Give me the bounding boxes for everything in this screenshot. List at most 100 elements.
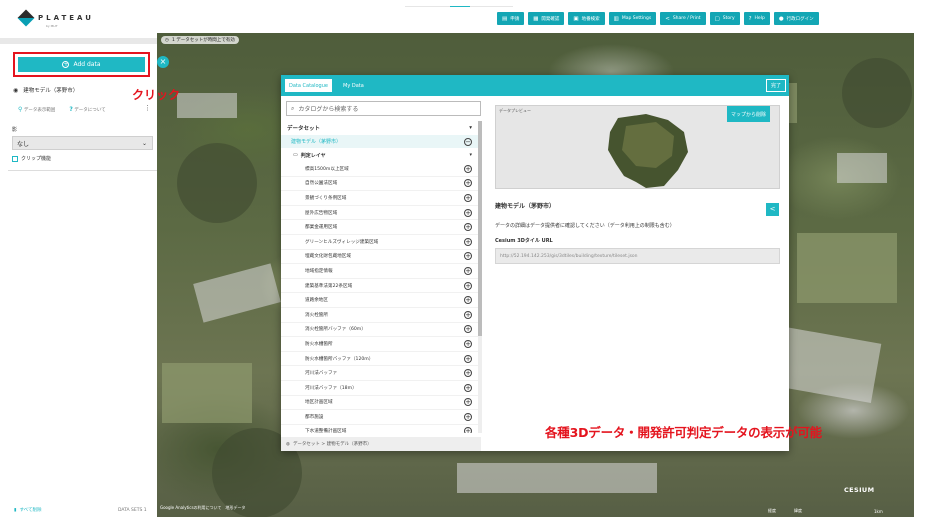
- layer-item-label: 道路余地区: [305, 298, 328, 304]
- clip-checkbox[interactable]: [12, 155, 18, 162]
- layer-item[interactable]: グリーンヒルズヴィレッジ建築区域 +: [281, 235, 478, 250]
- layer-item[interactable]: 道路余地区 +: [281, 293, 478, 308]
- shadow-select[interactable]: なし ⌄: [12, 136, 153, 150]
- add-circle-icon[interactable]: +: [464, 237, 472, 246]
- selected-dataset-item[interactable]: 建物モデル（茅野市） −: [281, 135, 478, 148]
- folder-judgement-layers[interactable]: ▭ 判定レイヤ ▾: [281, 148, 478, 162]
- lot-search-button[interactable]: ▣ 地番検索: [568, 12, 605, 25]
- more-options-icon[interactable]: ⋮: [144, 104, 151, 112]
- clip-toggle[interactable]: クリップ機能: [12, 155, 51, 162]
- layer-item[interactable]: 景観づくり条例区域 +: [281, 191, 478, 206]
- add-circle-icon[interactable]: +: [464, 266, 472, 275]
- layer-item[interactable]: 埋蔵文化財包蔵地区域 +: [281, 250, 478, 265]
- close-sidebar-icon[interactable]: ×: [157, 56, 169, 68]
- dataset-row[interactable]: ◉ 建物モデル（茅野市）: [13, 86, 78, 95]
- add-circle-icon[interactable]: +: [464, 325, 472, 334]
- layer-item[interactable]: 屋外広告物区域 +: [281, 206, 478, 221]
- application-button[interactable]: ▤ 申請: [497, 12, 525, 25]
- dataset-section-header[interactable]: データセット ▾: [281, 121, 478, 135]
- layer-item[interactable]: 地域指定情報 +: [281, 264, 478, 279]
- layer-item[interactable]: 河川法バッファ（18m） +: [281, 381, 478, 396]
- breadcrumb: ◍ データセット > 建物モデル（茅野市）: [281, 437, 481, 451]
- tab-data-catalogue[interactable]: Data Catalogue: [285, 79, 332, 92]
- plateau-logo-icon: [17, 9, 35, 27]
- layer-item[interactable]: 消火栓箇所バッファ（60m） +: [281, 323, 478, 338]
- layer-items: 標高1500m以上区域 + 自然公園法区域 + 景観づくり条例区域 + 屋外広告物区域 + 都業…: [281, 162, 478, 433]
- add-circle-icon[interactable]: +: [464, 354, 472, 363]
- layer-item-label: 下水道整備計画区域: [305, 429, 347, 433]
- tile-url-heading: Cesium 3Dタイル URL: [495, 238, 553, 244]
- catalogue-search-input[interactable]: ⌕ カタログから検索する: [286, 101, 481, 116]
- admin-login-button[interactable]: ● 行政ログイン: [773, 12, 819, 25]
- development-check-button[interactable]: ▦ 開発確認: [528, 12, 565, 25]
- terrain-link[interactable]: 地形データ: [225, 505, 245, 511]
- tile-url-field[interactable]: http://52.194.142.253/gis/3dtiles/buildi…: [495, 248, 780, 264]
- remove-from-map-button[interactable]: マップから削除: [727, 106, 771, 122]
- story-label: Story: [722, 16, 735, 21]
- share-print-button[interactable]: < Share / Print: [660, 12, 706, 25]
- done-button[interactable]: 完了: [765, 79, 786, 92]
- tab-my-data[interactable]: My Data: [339, 79, 368, 92]
- layer-item[interactable]: 標高1500m以上区域 +: [281, 162, 478, 177]
- add-circle-icon[interactable]: +: [464, 339, 472, 348]
- layer-item-label: 地区計画区域: [305, 400, 333, 406]
- remove-circle-icon[interactable]: −: [464, 137, 472, 146]
- add-circle-icon[interactable]: +: [464, 164, 472, 173]
- pin-icon: ⚲: [18, 106, 23, 113]
- story-button[interactable]: ▢ Story: [709, 12, 740, 25]
- admin-login-label: 行政ログイン: [786, 16, 814, 22]
- catalogue-scroll-thumb[interactable]: [478, 121, 482, 336]
- add-circle-icon[interactable]: +: [464, 412, 472, 421]
- clear-all-button[interactable]: ▮ すべて削除: [14, 507, 42, 514]
- add-data-highlight: + Add data: [13, 52, 150, 77]
- add-data-button[interactable]: + Add data: [18, 57, 145, 72]
- time-status-badge: ◷ 1 データセットが時間上で有効: [161, 36, 239, 44]
- layer-item[interactable]: 都業金運用区域 +: [281, 220, 478, 235]
- map-settings-button[interactable]: ▥ Map Settings: [608, 12, 657, 25]
- globe-icon: ◍: [286, 441, 290, 447]
- add-circle-icon[interactable]: +: [464, 208, 472, 217]
- layer-item[interactable]: 自然公園法区域 +: [281, 177, 478, 192]
- dataset-section-label: データセット: [287, 126, 321, 132]
- add-circle-icon[interactable]: +: [464, 281, 472, 290]
- share-icon: <: [665, 15, 670, 22]
- dataset-actions: ⚲ データ表示範囲 ? データについて: [18, 106, 106, 113]
- caret-down-icon: ▾: [469, 125, 472, 131]
- share-icon[interactable]: <: [766, 203, 779, 216]
- click-annotation: クリック: [132, 88, 181, 102]
- add-circle-icon[interactable]: +: [464, 310, 472, 319]
- about-data-label: データについて: [74, 108, 106, 113]
- grid-icon: ▦: [533, 15, 539, 22]
- layer-item-label: 景観づくり条例区域: [305, 195, 347, 201]
- layer-item[interactable]: 消火栓箇所 +: [281, 308, 478, 323]
- layer-item-label: 建築基準法第22条区域: [305, 283, 353, 289]
- add-circle-icon[interactable]: +: [464, 369, 472, 378]
- layer-item[interactable]: 防火水槽箇所 +: [281, 337, 478, 352]
- add-circle-icon[interactable]: +: [464, 427, 472, 433]
- add-circle-icon[interactable]: +: [464, 193, 472, 202]
- detail-title: 建物モデル（茅野市）: [495, 203, 556, 210]
- caret-down-icon: ▾: [469, 152, 472, 158]
- layer-item-label: 防火水槽箇所バッファ（120m）: [305, 356, 374, 362]
- about-data-action[interactable]: ? データについて: [69, 106, 105, 113]
- add-circle-icon[interactable]: +: [464, 223, 472, 232]
- layer-item[interactable]: 防火水槽箇所バッファ（120m） +: [281, 352, 478, 367]
- analytics-link[interactable]: Google Analyticsの利用について: [160, 505, 221, 511]
- add-circle-icon[interactable]: +: [464, 296, 472, 305]
- layer-item[interactable]: 都市施設 +: [281, 410, 478, 425]
- add-circle-icon[interactable]: +: [464, 383, 472, 392]
- help-label: Help: [754, 16, 765, 21]
- add-circle-icon[interactable]: +: [464, 252, 472, 261]
- add-circle-icon[interactable]: +: [464, 398, 472, 407]
- layer-item[interactable]: 下水道整備計画区域 +: [281, 425, 478, 433]
- eye-icon[interactable]: ◉: [13, 87, 18, 94]
- layer-item[interactable]: 建築基準法第22条区域 +: [281, 279, 478, 294]
- layer-item-label: 屋外広告物区域: [305, 210, 338, 216]
- application-label: 申請: [510, 16, 520, 22]
- layer-item[interactable]: 河川法バッファ +: [281, 366, 478, 381]
- zoom-range-action[interactable]: ⚲ データ表示範囲: [18, 106, 55, 113]
- help-button[interactable]: ? Help: [743, 12, 770, 25]
- add-circle-icon[interactable]: +: [464, 179, 472, 188]
- plateau-logo: PLATEAU: [17, 9, 94, 27]
- layer-item[interactable]: 地区計画区域 +: [281, 396, 478, 411]
